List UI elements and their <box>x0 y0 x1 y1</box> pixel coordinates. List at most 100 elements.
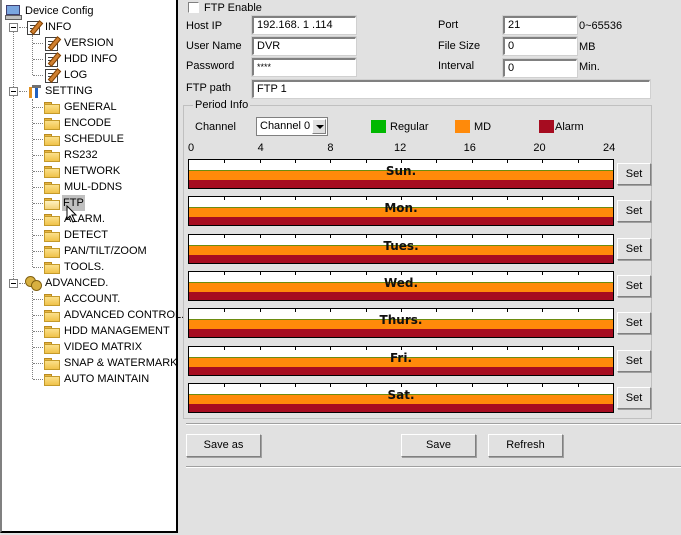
alarm-band <box>189 329 613 337</box>
tree-root[interactable]: Device Config <box>4 3 174 20</box>
day-schedule-bar[interactable]: Mon. <box>188 196 614 226</box>
hour-tick <box>542 309 543 312</box>
hour-tick-label: 4 <box>257 142 264 154</box>
day-schedule-bar[interactable]: Sat. <box>188 383 614 413</box>
hour-tick <box>542 384 543 387</box>
hour-tick <box>436 309 437 312</box>
folder-icon <box>44 294 60 306</box>
folder-icon <box>44 374 60 386</box>
hour-tick <box>366 309 367 312</box>
day-schedule-bar[interactable]: Thurs. <box>188 308 614 338</box>
tree-item-alarm[interactable]: ALARM. <box>4 211 174 227</box>
legend-md-label: MD <box>474 121 492 133</box>
day-schedule-bar[interactable]: Sun. <box>188 159 614 189</box>
tree-item-video-matrix[interactable]: VIDEO MATRIX <box>4 339 174 355</box>
tree-item-label: NETWORK <box>64 165 121 177</box>
tree-item-encode[interactable]: ENCODE <box>4 115 174 131</box>
tree-item-log[interactable]: LOG <box>4 67 174 83</box>
save-as-button[interactable]: Save as <box>186 434 261 457</box>
port-input[interactable]: 21 <box>502 15 578 35</box>
file-size-unit: MB <box>579 41 596 53</box>
hour-tick <box>578 197 579 200</box>
tree-item-detect[interactable]: DETECT <box>4 227 174 243</box>
set-button[interactable]: Set <box>617 238 651 260</box>
hour-tick <box>224 384 225 387</box>
tree-item-ftp[interactable]: FTP <box>4 195 174 211</box>
hour-tick <box>401 309 402 312</box>
tree-item-network[interactable]: NETWORK <box>4 163 174 179</box>
separator <box>186 423 681 425</box>
tree-item-tools[interactable]: TOOLS. <box>4 259 174 275</box>
tree-item-hdd-info[interactable]: HDD INFO <box>4 51 174 67</box>
tools-icon <box>26 84 42 98</box>
hour-tick <box>260 160 261 163</box>
tree-item-general[interactable]: GENERAL <box>4 99 174 115</box>
host-ip-input[interactable]: 192.168. 1 .114 <box>251 15 357 35</box>
hour-tick <box>472 309 473 312</box>
set-button[interactable]: Set <box>617 163 651 185</box>
interval-input[interactable]: 0 <box>502 58 578 78</box>
config-tree[interactable]: Device Config INFO VERSION HDD INFO LOG … <box>0 0 184 533</box>
file-size-input[interactable]: 0 <box>502 36 578 56</box>
hour-tick <box>260 197 261 200</box>
ftp-enable-checkbox[interactable] <box>188 2 199 13</box>
document-edit-icon <box>44 36 62 51</box>
set-button[interactable]: Set <box>617 200 651 222</box>
folder-icon <box>44 182 60 194</box>
tree-item-account[interactable]: ACCOUNT. <box>4 291 174 307</box>
hour-tick <box>578 272 579 275</box>
tree-item-snap-watermark[interactable]: SNAP & WATERMARK <box>4 355 177 371</box>
legend-regular-swatch <box>371 120 386 133</box>
user-name-input[interactable]: DVR <box>251 36 357 56</box>
tree-item-hdd-management[interactable]: HDD MANAGEMENT <box>4 323 174 339</box>
refresh-button[interactable]: Refresh <box>488 434 563 457</box>
set-button[interactable]: Set <box>617 275 651 297</box>
set-button[interactable]: Set <box>617 350 651 372</box>
hour-tick <box>401 197 402 200</box>
hour-tick <box>472 384 473 387</box>
hour-tick <box>224 235 225 238</box>
hour-tick <box>260 347 261 350</box>
chevron-down-icon[interactable] <box>312 119 326 134</box>
hour-tick <box>472 347 473 350</box>
tree-item-schedule[interactable]: SCHEDULE <box>4 131 174 147</box>
hour-tick <box>436 235 437 238</box>
tree-item-rs232[interactable]: RS232 <box>4 147 174 163</box>
tree-group-info[interactable]: INFO <box>4 19 174 35</box>
set-button[interactable]: Set <box>617 387 651 409</box>
tree-item-label: LOG <box>64 69 88 81</box>
hour-tick <box>366 347 367 350</box>
hour-tick <box>472 235 473 238</box>
day-schedule-bar[interactable]: Fri. <box>188 346 614 376</box>
folder-icon <box>44 166 60 178</box>
tree-item-label: MUL-DDNS <box>64 181 123 193</box>
collapse-icon[interactable] <box>9 87 18 96</box>
ftp-path-input[interactable]: FTP 1 <box>251 79 651 99</box>
channel-select[interactable]: Channel 0 <box>256 117 328 136</box>
day-name-label: Sun. <box>385 164 417 178</box>
user-name-label: User Name <box>186 40 242 52</box>
tree-item-label: ADVANCED CONTROL. <box>64 309 185 321</box>
collapse-icon[interactable] <box>9 279 18 288</box>
hour-tick <box>295 160 296 163</box>
folder-icon <box>44 310 60 322</box>
hour-tick <box>578 160 579 163</box>
tree-item-auto-maintain[interactable]: AUTO MAINTAIN <box>4 371 174 387</box>
day-schedule-bar[interactable]: Wed. <box>188 271 614 301</box>
tree-item-version[interactable]: VERSION <box>4 35 174 51</box>
hour-tick <box>224 309 225 312</box>
tree-group-advanced[interactable]: ADVANCED. <box>4 275 174 291</box>
tree-group-setting[interactable]: SETTING <box>4 83 174 99</box>
day-schedule-bar[interactable]: Tues. <box>188 234 614 264</box>
hour-tick <box>507 384 508 387</box>
hour-tick <box>295 309 296 312</box>
tree-item-pan-tilt-zoom[interactable]: PAN/TILT/ZOOM <box>4 243 174 259</box>
collapse-icon[interactable] <box>9 23 18 32</box>
mouse-cursor-icon <box>66 205 78 223</box>
hour-tick <box>330 347 331 350</box>
set-button[interactable]: Set <box>617 312 651 334</box>
tree-item-mul-ddns[interactable]: MUL-DDNS <box>4 179 174 195</box>
password-input[interactable]: **** <box>251 57 357 77</box>
save-button[interactable]: Save <box>401 434 476 457</box>
tree-item-advanced-control[interactable]: ADVANCED CONTROL. <box>4 307 184 323</box>
